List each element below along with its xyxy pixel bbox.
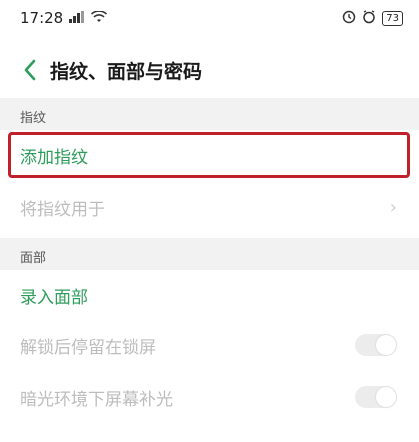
section-header-face: 面部 (0, 238, 419, 270)
back-button[interactable] (10, 48, 50, 92)
alarm-icon (342, 10, 356, 27)
stay-on-lockscreen-label: 解锁后停留在锁屏 (20, 337, 156, 358)
page-header: 指纹、面部与密码 (0, 48, 419, 92)
status-bar: 17:28 73 (0, 0, 419, 36)
status-left: 17:28 (20, 9, 108, 27)
signal-icon (69, 10, 85, 26)
chevron-left-icon (24, 59, 36, 81)
fill-light-label: 暗光环境下屏幕补光 (20, 389, 173, 410)
battery-indicator: 73 (382, 10, 403, 26)
page-title: 指纹、面部与密码 (50, 60, 203, 83)
clock-icon (362, 9, 376, 27)
enroll-face-item[interactable]: 录入面部 (0, 270, 419, 320)
fill-light-item[interactable]: 暗光环境下屏幕补光 (0, 372, 419, 422)
fill-light-toggle[interactable] (355, 386, 397, 408)
stay-on-lockscreen-item[interactable]: 解锁后停留在锁屏 (0, 320, 419, 370)
wifi-icon (91, 9, 108, 26)
highlight-annotation (8, 132, 410, 178)
status-time: 17:28 (20, 9, 64, 27)
status-right: 73 (342, 9, 403, 27)
enroll-face-label: 录入面部 (20, 287, 88, 308)
section-header-fingerprint: 指纹 (0, 98, 419, 130)
use-fingerprint-for-item[interactable]: 将指纹用于 › (0, 182, 419, 232)
toggle-knob (376, 387, 396, 407)
stay-on-lockscreen-toggle[interactable] (355, 334, 397, 356)
toggle-knob (376, 335, 396, 355)
chevron-right-icon: › (389, 196, 397, 218)
use-fingerprint-for-label: 将指纹用于 (20, 199, 105, 220)
